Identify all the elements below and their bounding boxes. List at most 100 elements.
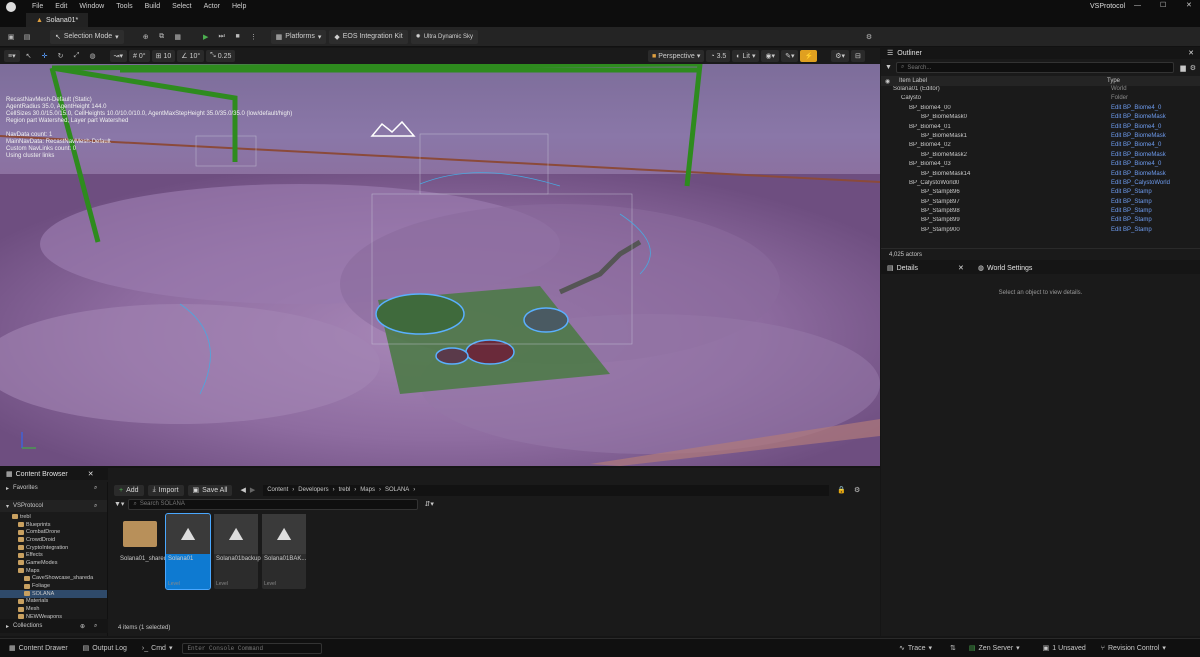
settings-icon[interactable]: ⚙ bbox=[1190, 64, 1196, 72]
search-icon[interactable]: ⌕ bbox=[94, 503, 97, 510]
close-icon[interactable]: ✕ bbox=[1188, 49, 1194, 57]
lit-button[interactable]: ◐ Lit ▾ bbox=[732, 50, 760, 62]
stop-icon[interactable]: ■ bbox=[231, 30, 245, 44]
folder-item[interactable]: GameModes bbox=[0, 559, 107, 567]
preview-icon[interactable]: ✎▾ bbox=[781, 50, 799, 62]
search-icon[interactable]: ⌕ bbox=[94, 623, 97, 630]
folder-item[interactable]: CryptoIntegration bbox=[0, 544, 107, 552]
close-icon[interactable]: ✕ bbox=[1186, 1, 1192, 9]
derived-data-icon[interactable]: ⇅ bbox=[950, 644, 956, 652]
blueprint-icon[interactable]: ⧉ bbox=[155, 30, 169, 44]
menu-window[interactable]: Window bbox=[79, 3, 104, 10]
outliner-row[interactable]: Solana01 (Editor) World bbox=[885, 86, 1200, 95]
menu-edit[interactable]: Edit bbox=[55, 3, 67, 10]
eos-button[interactable]: ◆ EOS Integration Kit bbox=[329, 29, 408, 44]
edit-blueprint-link[interactable]: Edit BP_Biome4_0 bbox=[1111, 142, 1161, 151]
asset-folder[interactable]: Solana01_sharedassets bbox=[118, 514, 184, 589]
asset-level[interactable]: ⛰ Solana01BAK... Level bbox=[262, 514, 306, 589]
outliner-row[interactable]: BP_Stamp896 Edit BP_Stamp bbox=[885, 189, 1200, 198]
unsaved-button[interactable]: ▣ 1 Unsaved bbox=[1038, 641, 1091, 655]
edit-blueprint-link[interactable]: Edit BP_Stamp bbox=[1111, 208, 1152, 217]
viewport-settings-icon[interactable]: ⚙▾ bbox=[831, 50, 849, 62]
zen-server-button[interactable]: ▤ Zen Server ▾ bbox=[964, 641, 1025, 655]
history-back-icon[interactable]: ◀ bbox=[240, 486, 245, 494]
rotation-snap-button[interactable]: ∠ 10° bbox=[177, 50, 205, 62]
outliner-row[interactable]: Calysto Folder bbox=[885, 95, 1200, 104]
close-icon[interactable]: ✕ bbox=[958, 264, 964, 272]
console-input[interactable]: Enter Console Command bbox=[182, 642, 323, 654]
project-header[interactable]: ▾ VSProtocol ⌕ bbox=[0, 500, 107, 512]
minimize-icon[interactable]: — bbox=[1134, 2, 1141, 9]
save-all-button[interactable]: ▣ Save All bbox=[187, 484, 233, 496]
play-icon[interactable]: ▶ bbox=[199, 30, 213, 44]
edit-blueprint-link[interactable]: Edit BP_BiomeMask bbox=[1111, 114, 1166, 123]
select-tool-icon[interactable]: ↖ bbox=[22, 49, 36, 63]
favorites-header[interactable]: ▸ Favorites ⌕ bbox=[0, 482, 107, 494]
viewport-menu-icon[interactable]: ≡▾ bbox=[4, 50, 20, 62]
tab-world-settings[interactable]: ◍ World Settings bbox=[978, 264, 1033, 273]
settings-icon[interactable]: ⚙ bbox=[862, 30, 876, 44]
folder-item[interactable]: Mesh bbox=[0, 605, 107, 613]
menu-file[interactable]: File bbox=[32, 3, 43, 10]
menu-help[interactable]: Help bbox=[232, 3, 246, 10]
folder-item[interactable]: SOLANA bbox=[0, 589, 107, 598]
folder-item[interactable]: Blueprints bbox=[0, 521, 107, 529]
edit-blueprint-link[interactable]: Edit BP_Stamp bbox=[1111, 227, 1152, 236]
filter-icon[interactable]: ▼ bbox=[885, 64, 892, 71]
content-browser-tab[interactable]: ▦ Content Browser ✕ bbox=[0, 468, 108, 480]
menu-select[interactable]: Select bbox=[172, 3, 191, 10]
cmd-button[interactable]: ›_ Cmd ▾ bbox=[137, 641, 178, 655]
folder-item[interactable]: trebl bbox=[0, 513, 107, 521]
play-options-icon[interactable]: ⋮ bbox=[247, 30, 261, 44]
edit-blueprint-link[interactable]: Edit BP_Stamp bbox=[1111, 199, 1152, 208]
outliner-row[interactable]: BP_Biome4_01 Edit BP_Biome4_0 bbox=[885, 124, 1200, 133]
folder-item[interactable]: Effects bbox=[0, 551, 107, 559]
folder-item[interactable]: CaveShowcase_shareda bbox=[0, 575, 107, 583]
camera-speed-button[interactable]: ◔ 3.5 bbox=[706, 50, 731, 62]
menu-build[interactable]: Build bbox=[145, 3, 161, 10]
outliner-row[interactable]: BP_BiomeMask1 Edit BP_BiomeMask bbox=[885, 133, 1200, 142]
folder-add-icon[interactable]: ▆ bbox=[1180, 64, 1185, 72]
move-tool-icon[interactable]: ✛ bbox=[38, 49, 52, 63]
browse-icon[interactable]: ▤ bbox=[20, 30, 34, 44]
outliner-row[interactable]: BP_BiomeMask14 Edit BP_BiomeMask bbox=[885, 171, 1200, 180]
folder-item[interactable]: Materials bbox=[0, 598, 107, 606]
breadcrumb-item[interactable]: SOLANA bbox=[385, 487, 409, 493]
edit-blueprint-link[interactable]: Edit BP_Biome4_0 bbox=[1111, 124, 1161, 133]
folder-item[interactable]: CombatDrone bbox=[0, 528, 107, 536]
edit-blueprint-link[interactable]: Edit BP_Biome4_0 bbox=[1111, 105, 1161, 114]
outliner-row[interactable]: BP_Stamp900 Edit BP_Stamp bbox=[885, 227, 1200, 236]
surface-snap-button[interactable]: ↝▾ bbox=[109, 50, 127, 62]
show-flags-icon[interactable]: ◉▾ bbox=[761, 50, 780, 62]
outliner-row[interactable]: BP_Stamp898 Edit BP_Stamp bbox=[885, 208, 1200, 217]
outliner-row[interactable]: BP_Biome4_02 Edit BP_Biome4_0 bbox=[885, 142, 1200, 151]
filter-icon[interactable]: ▼▾ bbox=[114, 500, 124, 508]
platforms-button[interactable]: ▦ Platforms ▾ bbox=[270, 29, 327, 44]
rotate-tool-icon[interactable]: ↻ bbox=[54, 49, 68, 63]
breadcrumb-item[interactable]: Developers bbox=[298, 487, 328, 493]
breadcrumb-item[interactable]: Maps bbox=[360, 487, 375, 493]
edit-blueprint-link[interactable]: Edit BP_BiomeMask bbox=[1111, 133, 1166, 142]
selection-mode-button[interactable]: ↖ Selection Mode ▾ bbox=[50, 29, 124, 44]
trace-button[interactable]: ∿ Trace ▾ bbox=[894, 641, 937, 655]
revision-control-button[interactable]: ⑂ Revision Control ▾ bbox=[1096, 641, 1171, 655]
edit-blueprint-link[interactable]: Edit BP_BiomeMask bbox=[1111, 171, 1166, 180]
add-actor-icon[interactable]: ⊕ bbox=[139, 30, 153, 44]
edit-blueprint-link[interactable]: Edit BP_Stamp bbox=[1111, 189, 1152, 198]
scale-tool-icon[interactable]: ⤢ bbox=[70, 49, 84, 63]
outliner-row[interactable]: BP_BiomeMask2 Edit BP_BiomeMask bbox=[885, 152, 1200, 161]
outliner-row[interactable]: BP_BiomeMask0 Edit BP_BiomeMask bbox=[885, 114, 1200, 123]
settings-icon[interactable]: ⚙ bbox=[854, 486, 860, 494]
outliner-row[interactable]: BP_Stamp897 Edit BP_Stamp bbox=[885, 199, 1200, 208]
edit-blueprint-link[interactable]: Edit BP_CalystoWorld bbox=[1111, 180, 1170, 189]
folder-item[interactable]: Maps bbox=[0, 567, 107, 575]
menu-actor[interactable]: Actor bbox=[204, 3, 220, 10]
visibility-icon[interactable]: ◉ bbox=[885, 78, 895, 85]
grid-snap-button[interactable]: #0° bbox=[129, 50, 150, 62]
breadcrumb-item[interactable]: trebl bbox=[339, 487, 351, 493]
history-forward-icon[interactable]: ▶ bbox=[250, 486, 255, 494]
col-item-label[interactable]: Item Label bbox=[895, 78, 1107, 84]
maximize-icon[interactable]: ☐ bbox=[1160, 1, 1166, 9]
import-button[interactable]: ⤓ Import bbox=[147, 484, 184, 496]
col-type[interactable]: Type bbox=[1107, 78, 1120, 84]
